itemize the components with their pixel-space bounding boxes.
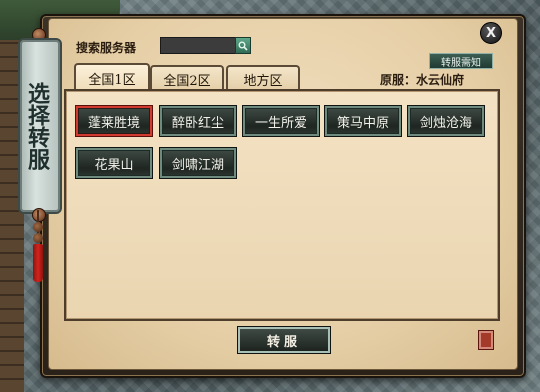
server-name: 剑烛沧海 [419, 115, 472, 131]
search-input[interactable] [160, 37, 240, 54]
search-button[interactable] [235, 37, 251, 54]
server-name: 一生所爱 [254, 115, 307, 131]
search-icon [238, 41, 248, 51]
transfer-button[interactable]: 转服 [238, 327, 330, 353]
close-icon: X [485, 25, 497, 41]
original-server: 原服：水云仙府 [380, 71, 464, 88]
search-label: 搜索服务器 [76, 41, 137, 55]
tab-national-2[interactable]: 全国2区 [150, 65, 224, 91]
seal-stamp [478, 330, 494, 350]
server-button[interactable]: 蓬莱胜境 [76, 106, 152, 136]
server-button[interactable]: 策马中原 [325, 106, 401, 136]
tab-label: 全国2区 [163, 73, 211, 89]
notice-label: 转服需知 [441, 57, 481, 69]
tab-label: 地方区 [243, 73, 283, 89]
server-name: 花果山 [94, 157, 134, 173]
server-name: 蓬莱胜境 [87, 115, 140, 131]
tab-national-1[interactable]: 全国1区 [74, 63, 150, 91]
tab-local[interactable]: 地方区 [226, 65, 300, 91]
title-banner: 选择转服 [18, 38, 62, 214]
server-button[interactable]: 一生所爱 [243, 106, 319, 136]
tassel-bead [33, 233, 43, 243]
transfer-notice-button[interactable]: 转服需知 [429, 53, 493, 69]
tab-label: 全国1区 [88, 72, 136, 88]
server-button[interactable]: 剑啸江湖 [160, 148, 236, 178]
server-button[interactable]: 花果山 [76, 148, 152, 178]
tassel-bead [33, 222, 43, 232]
close-button[interactable]: X [480, 22, 502, 44]
server-name: 醉卧红尘 [171, 115, 224, 131]
tassel [33, 244, 43, 282]
server-button[interactable]: 剑烛沧海 [408, 106, 484, 136]
server-name: 剑啸江湖 [171, 157, 224, 173]
server-button[interactable]: 醉卧红尘 [160, 106, 236, 136]
banner-bottom-knob [32, 208, 46, 222]
original-server-label: 原服： [380, 73, 417, 87]
server-name: 策马中原 [336, 115, 389, 131]
banner-title: 选择转服 [24, 82, 50, 170]
original-server-value: 水云仙府 [416, 73, 465, 87]
transfer-label: 转服 [266, 334, 301, 350]
